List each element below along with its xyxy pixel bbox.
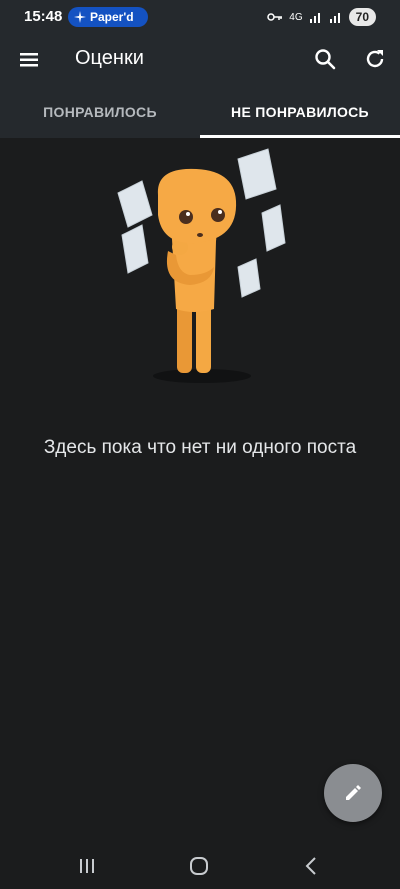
key-icon xyxy=(267,13,283,21)
screen: 15:48 Paper'd 4G 70 Оценки ПОНРАВИЛОСЬ Н… xyxy=(0,0,400,889)
notification-pill[interactable]: Paper'd xyxy=(68,7,148,27)
character-left-eye xyxy=(179,210,193,224)
compose-fab[interactable] xyxy=(324,764,382,822)
signal-icon xyxy=(309,13,320,23)
status-bar: 15:48 Paper'd 4G 70 xyxy=(0,0,400,36)
search-icon[interactable] xyxy=(313,47,337,71)
status-indicators: 4G 70 xyxy=(267,8,376,26)
battery-badge: 70 xyxy=(348,8,376,26)
back-icon[interactable] xyxy=(302,856,322,876)
menu-icon[interactable] xyxy=(18,48,42,72)
tab-disliked[interactable]: НЕ ПОНРАВИЛОСЬ xyxy=(200,82,400,138)
recents-icon[interactable] xyxy=(77,856,97,876)
pencil-icon xyxy=(346,785,361,800)
refresh-icon[interactable] xyxy=(363,47,387,71)
signal-icon-2 xyxy=(329,13,340,23)
notification-pill-label: Paper'd xyxy=(90,10,134,24)
character-right-eye xyxy=(211,208,225,222)
character-mouth xyxy=(197,233,203,237)
network-type: 4G xyxy=(289,11,303,23)
eye-highlight-2 xyxy=(218,210,222,214)
system-nav-bar xyxy=(0,840,400,889)
page-title: Оценки xyxy=(75,47,144,69)
app-bar: Оценки xyxy=(0,36,400,82)
home-icon[interactable] xyxy=(189,856,209,876)
empty-state-illustration xyxy=(117,148,286,383)
tab-liked[interactable]: ПОНРАВИЛОСЬ xyxy=(0,82,200,138)
sparkle-icon xyxy=(74,11,86,23)
eye-highlight xyxy=(186,212,190,216)
status-time: 15:48 xyxy=(24,8,63,25)
character-head xyxy=(157,168,237,244)
tab-bar: ПОНРАВИЛОСЬ НЕ ПОНРАВИЛОСЬ xyxy=(0,82,400,138)
empty-state-message: Здесь пока что нет ни одного поста xyxy=(43,437,357,458)
